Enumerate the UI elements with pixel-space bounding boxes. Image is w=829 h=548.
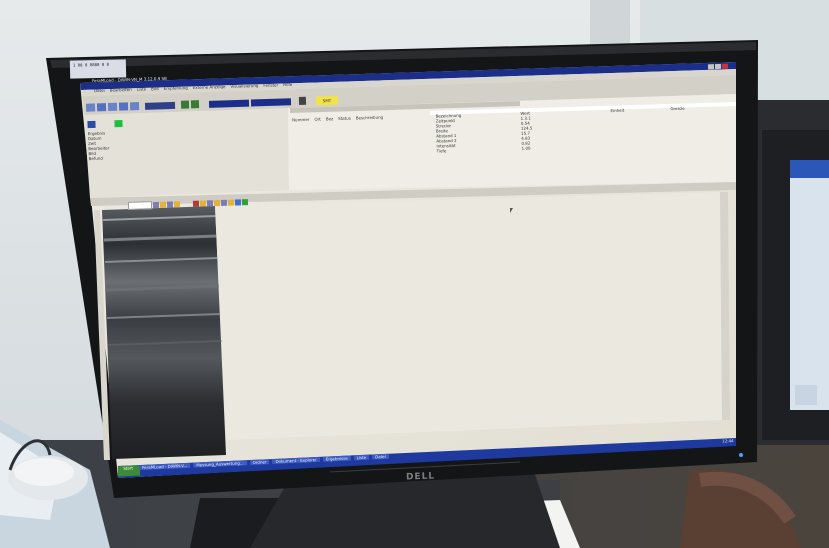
- image-tool-icon[interactable]: [159, 201, 167, 208]
- status-badge: SMT: [315, 95, 339, 105]
- app-title: FeraMLoad - DIWIN-VN_M 3.12.0.9 SB: [91, 75, 167, 84]
- panel-button-blue[interactable]: [87, 120, 96, 129]
- image-tool-icon[interactable]: [227, 199, 235, 206]
- toolbar-field[interactable]: [208, 99, 250, 108]
- taskbar-clock: 12:44: [721, 437, 734, 444]
- toolbar-field-2[interactable]: [250, 97, 292, 107]
- screen-ui: FeraMLoad - DIWIN-VN_M 3.12.0.9 SB Datei…: [0, 0, 829, 548]
- photo-scene: 1 08 0 0888 8 8 DELL FeraMLoad - DIWIN-V…: [0, 0, 829, 548]
- maximize-icon[interactable]: [714, 63, 722, 70]
- toolbar-button-6[interactable]: [180, 100, 190, 109]
- scan-image[interactable]: [104, 210, 219, 458]
- window-controls: [707, 63, 729, 70]
- toolbar-button-8[interactable]: [298, 96, 307, 106]
- menu-item-list[interactable]: Liste: [137, 86, 147, 91]
- app-titlebar: FeraMLoad - DIWIN-VN_M 3.12.0.9 SB: [92, 76, 167, 83]
- toolbar-button-5[interactable]: [129, 102, 140, 111]
- minimize-icon[interactable]: [707, 64, 715, 70]
- column-header[interactable]: Ort: [314, 117, 321, 122]
- start-button[interactable]: Start: [120, 464, 137, 471]
- column-header[interactable]: Beschreibung: [356, 115, 383, 121]
- left-properties-panel: Ergebnis Datum Zeit Bearbeiter Bild Befu…: [87, 115, 284, 161]
- list-header: Nummer Ort Bez Status Beschreibung: [292, 115, 383, 123]
- image-toolbar: [127, 198, 249, 210]
- column-header[interactable]: Bez: [326, 116, 333, 121]
- taskbar-item[interactable]: Dokument - Explorer: [272, 456, 320, 464]
- zoom-field[interactable]: [127, 201, 153, 210]
- mouse-cursor-icon: [510, 208, 513, 213]
- taskbar-item[interactable]: Datei: [372, 453, 389, 460]
- toolbar-button-1[interactable]: [85, 103, 96, 112]
- menu-item-window[interactable]: Fenster: [263, 82, 278, 87]
- toolbar-button-2[interactable]: [96, 103, 107, 112]
- taskbar-item[interactable]: Ordner: [249, 458, 270, 465]
- image-tool-icon[interactable]: [199, 200, 207, 207]
- toolbar-button-3[interactable]: [107, 102, 118, 112]
- menu-item-external-display[interactable]: Externe Anzeige: [193, 84, 226, 90]
- taskbar-item[interactable]: Ergebnisse: [322, 455, 351, 462]
- toolbar-button-4[interactable]: [118, 102, 129, 111]
- taskbar-item[interactable]: Liste: [353, 454, 370, 460]
- toolbar-button-7[interactable]: [190, 100, 200, 109]
- image-tool-icon[interactable]: [234, 199, 242, 206]
- image-tool-icon[interactable]: [206, 200, 214, 207]
- measurement-table: Bezeichnung Wert Einheit Grenze Zeitpunk…: [435, 104, 726, 154]
- toolbar-dropdown[interactable]: [144, 101, 176, 110]
- menu-item-recommendation[interactable]: Empfehlung: [164, 85, 188, 91]
- menu-item-help[interactable]: Hilfe: [283, 82, 292, 87]
- taskbar-item[interactable]: Messung_Auswertung...: [193, 459, 247, 468]
- column-header[interactable]: Nummer: [292, 117, 310, 123]
- close-icon[interactable]: [721, 63, 729, 69]
- image-tool-icon[interactable]: [173, 201, 181, 208]
- column-header[interactable]: Status: [338, 116, 351, 121]
- image-tool-icon[interactable]: [220, 199, 228, 206]
- image-tool-icon[interactable]: [152, 201, 160, 209]
- menu-item-edit[interactable]: Bearbeiten: [110, 87, 132, 93]
- image-tool-icon[interactable]: [241, 199, 249, 206]
- image-tool-icon[interactable]: [192, 200, 200, 207]
- image-tool-icon[interactable]: [166, 201, 174, 208]
- menu-bar: Datei Bearbeiten Liste Bild Empfehlung E…: [94, 82, 292, 93]
- panel-button-green[interactable]: [114, 119, 123, 128]
- menu-item-file[interactable]: Datei: [94, 88, 105, 93]
- image-tool-icon[interactable]: [213, 199, 221, 207]
- taskbar-item[interactable]: FeraMLoad - DIWIN-V...: [138, 462, 191, 470]
- menu-item-image[interactable]: Bild: [151, 86, 159, 91]
- main-toolbar: SMT: [85, 91, 386, 114]
- menu-item-visualization[interactable]: Visualisierung: [230, 83, 258, 89]
